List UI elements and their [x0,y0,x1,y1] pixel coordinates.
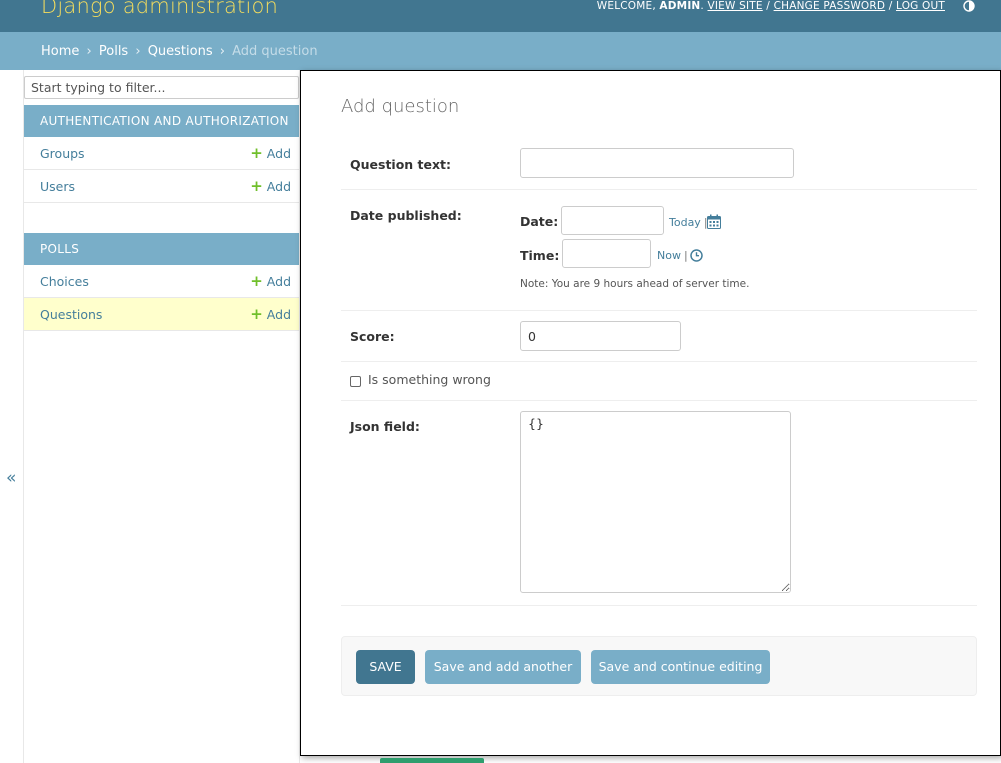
today-link[interactable]: Today [669,216,701,229]
separator: / [888,0,893,12]
plus-icon: + [250,272,263,290]
module-caption-auth[interactable]: Authentication and Authorization [24,105,299,137]
plus-icon: + [250,177,263,195]
form-row-score: Score: [341,311,977,362]
sidebar-item-questions: Questions + Add [24,298,299,331]
nav-sidebar: Authentication and Authorization Groups … [24,70,300,763]
breadcrumb: Home › Polls › Questions › Add question [0,32,1001,70]
site-brand[interactable]: Django administration [41,0,278,18]
module-caption-polls[interactable]: Polls [24,233,299,265]
clock-icon[interactable] [690,249,703,262]
json-field-textarea[interactable]: {} [520,411,791,593]
plus-icon: + [250,305,263,323]
question-text-input[interactable] [520,148,794,178]
sidebar-rail: « [0,70,24,763]
separator: / [766,0,771,12]
score-label: Score: [350,329,395,344]
form-row-is-something-wrong: Is something wrong [341,362,977,401]
add-user-button[interactable]: + Add [250,177,291,195]
sidebar-item-choices: Choices + Add [24,265,299,298]
sidebar-toggle-button[interactable]: « [6,470,16,487]
date-label: Date: [520,214,559,229]
breadcrumb-home[interactable]: Home [41,44,79,59]
form-row-json-field: Json field: {} [341,401,977,606]
change-password-link[interactable]: Change password [774,0,886,12]
date-published-label: Date published: [350,208,462,223]
timezone-note: Note: You are 9 hours ahead of server ti… [520,278,750,290]
add-question-button[interactable]: + Add [250,305,291,323]
view-site-link[interactable]: View site [708,0,763,12]
taskbar-strip [380,758,484,763]
form-row-date-published: Date published: Date: Today | Time: Now | … [341,190,977,311]
theme-toggle-icon[interactable] [963,0,975,12]
content-panel: Add question Question text: Date publish… [300,70,1001,756]
sidebar-item-label[interactable]: Groups [40,146,85,161]
add-label: Add [266,274,291,289]
now-shortcut: Now | [657,249,688,262]
breadcrumb-separator: › [219,44,225,59]
breadcrumb-questions[interactable]: Questions [148,44,213,59]
plus-icon: + [250,144,263,162]
time-input[interactable] [562,239,651,268]
sidebar-item-groups: Groups + Add [24,137,299,170]
json-field-label: Json field: [350,419,420,434]
breadcrumb-current: Add question [232,44,318,59]
now-link[interactable]: Now [657,249,681,262]
user-tools: Welcome, admin. View site / Change passw… [596,0,945,12]
log-out-link[interactable]: Log out [896,0,945,12]
welcome-text: Welcome, [596,0,656,12]
add-label: Add [266,179,291,194]
sidebar-item-label[interactable]: Choices [40,274,89,289]
header: Django administration Welcome, admin. Vi… [0,0,1001,32]
time-label: Time: [520,248,560,263]
question-text-label: Question text: [350,157,452,172]
save-and-add-another-button[interactable]: Save and add another [425,650,581,684]
add-label: Add [266,146,291,161]
add-label: Add [266,307,291,322]
is-something-wrong-label[interactable]: Is something wrong [368,372,491,387]
save-and-continue-editing-button[interactable]: Save and continue editing [591,650,770,684]
username: admin [659,0,701,12]
score-input[interactable] [520,321,681,351]
separator: | [683,249,688,262]
form-row-question-text: Question text: [341,138,977,190]
breadcrumb-separator: › [135,44,141,59]
add-group-button[interactable]: + Add [250,144,291,162]
sidebar-item-label[interactable]: Users [40,179,75,194]
sidebar-item-users: Users + Add [24,170,299,203]
is-something-wrong-checkbox[interactable] [350,376,361,387]
add-choice-button[interactable]: + Add [250,272,291,290]
date-input[interactable] [561,206,664,235]
today-shortcut: Today | [669,216,708,229]
save-button[interactable]: SAVE [356,650,415,684]
calendar-icon[interactable] [707,214,721,229]
page-title: Add question [341,96,460,117]
nav-filter-input[interactable] [24,76,299,99]
sidebar-item-label[interactable]: Questions [40,307,102,322]
submit-row: SAVE Save and add another Save and conti… [341,636,977,696]
breadcrumb-polls[interactable]: Polls [99,44,128,59]
breadcrumb-separator: › [86,44,92,59]
